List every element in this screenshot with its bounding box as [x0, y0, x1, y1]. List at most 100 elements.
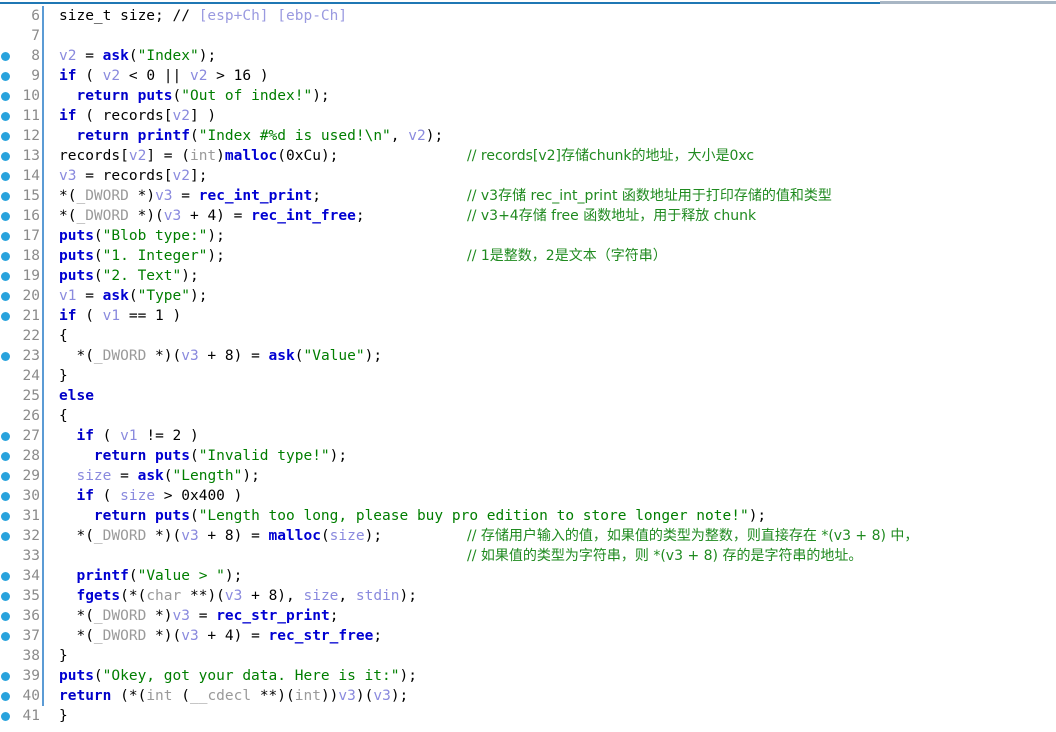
code-line-text[interactable]: if ( v2 < 0 || v2 > 16 ) [51, 66, 1056, 86]
code-line-text[interactable]: puts("1. Integer"); // 1是整数，2是文本（字符串） [51, 246, 1056, 266]
code-line[interactable]: 20 v1 = ask("Type"); [0, 286, 1056, 306]
breakpoint-dot-icon[interactable] [1, 212, 10, 221]
code-line-text[interactable]: return puts("Invalid type!"); [51, 446, 1056, 466]
breakpoint-dot-icon[interactable] [1, 452, 10, 461]
code-line[interactable]: 13 records[v2] = (int)malloc(0xCu); // rec… [0, 146, 1056, 166]
code-line-text[interactable]: return puts("Out of index!"); [51, 86, 1056, 106]
breakpoint-dot-icon[interactable] [1, 472, 10, 481]
breakpoint-dot-icon[interactable] [1, 92, 10, 101]
code-line[interactable]: 7 [0, 26, 1056, 46]
code-line-text[interactable]: *(_DWORD *)(v3 + 4) = rec_int_free; // v3… [51, 206, 1056, 226]
code-line-text[interactable]: return (*(int (__cdecl **)(int))v3)(v3); [51, 686, 1056, 706]
code-line-text[interactable]: puts("Blob type:"); [51, 226, 1056, 246]
code-surface[interactable]: 6 size_t size; // [esp+Ch] [ebp-Ch] 7 8 v2 =… [0, 4, 1056, 732]
breakpoint-gutter[interactable] [0, 526, 14, 546]
code-line[interactable]: 8 v2 = ask("Index"); [0, 46, 1056, 66]
breakpoint-dot-icon[interactable] [1, 132, 10, 141]
code-line-text[interactable]: return printf("Index #%d is used!\n", v2… [51, 126, 1056, 146]
pseudocode-viewer[interactable]: 6 size_t size; // [esp+Ch] [ebp-Ch] 7 8 v2 =… [0, 0, 1056, 732]
code-line-text[interactable]: // 如果值的类型为字符串，则 *(v3 + 8) 存的是字符串的地址。 [51, 546, 1056, 566]
breakpoint-dot-icon[interactable] [1, 532, 10, 541]
code-line-text[interactable]: if ( v1 != 2 ) [51, 426, 1056, 446]
breakpoint-gutter[interactable] [0, 486, 14, 506]
breakpoint-gutter[interactable] [0, 86, 14, 106]
breakpoint-dot-icon[interactable] [1, 312, 10, 321]
breakpoint-dot-icon[interactable] [1, 192, 10, 201]
code-line[interactable]: 15 *(_DWORD *)v3 = rec_int_print; // v3存储 … [0, 186, 1056, 206]
code-line-text[interactable]: if ( size > 0x400 ) [51, 486, 1056, 506]
code-line-text[interactable]: if ( v1 == 1 ) [51, 306, 1056, 326]
breakpoint-dot-icon[interactable] [1, 672, 10, 681]
breakpoint-dot-icon[interactable] [1, 172, 10, 181]
breakpoint-gutter[interactable] [0, 686, 14, 706]
breakpoint-dot-icon[interactable] [1, 432, 10, 441]
code-line[interactable]: 40 return (*(int (__cdecl **)(int))v3)(v3… [0, 686, 1056, 706]
code-line-text[interactable]: *(_DWORD *)v3 = rec_str_print; [51, 606, 1056, 626]
breakpoint-dot-icon[interactable] [1, 692, 10, 701]
code-line-text[interactable]: return puts("Length too long, please buy… [51, 506, 1056, 526]
code-line-text[interactable]: { [51, 406, 1056, 426]
breakpoint-gutter[interactable] [0, 166, 14, 186]
code-line-text[interactable]: *(_DWORD *)(v3 + 8) = ask("Value"); [51, 346, 1056, 366]
code-line[interactable]: 21 if ( v1 == 1 ) [0, 306, 1056, 326]
code-line[interactable]: 6 size_t size; // [esp+Ch] [ebp-Ch] [0, 6, 1056, 26]
code-line[interactable]: 19 puts("2. Text"); [0, 266, 1056, 286]
breakpoint-dot-icon[interactable] [1, 272, 10, 281]
code-line[interactable]: 41} [0, 706, 1056, 726]
breakpoint-dot-icon[interactable] [1, 632, 10, 641]
breakpoint-gutter[interactable] [0, 206, 14, 226]
code-line-text[interactable]: v1 = ask("Type"); [51, 286, 1056, 306]
breakpoint-gutter[interactable] [0, 706, 14, 726]
breakpoint-gutter[interactable] [0, 6, 14, 26]
code-line[interactable]: 11 if ( records[v2] ) [0, 106, 1056, 126]
code-line-text[interactable]: *(_DWORD *)(v3 + 8) = malloc(size); // 存储… [51, 526, 1056, 546]
breakpoint-dot-icon[interactable] [1, 712, 10, 721]
code-line-text[interactable]: v3 = records[v2]; [51, 166, 1056, 186]
breakpoint-gutter[interactable] [0, 406, 14, 426]
code-line[interactable]: 36 *(_DWORD *)v3 = rec_str_print; [0, 606, 1056, 626]
code-line-text[interactable]: printf("Value > "); [51, 566, 1056, 586]
code-line-text[interactable]: v2 = ask("Index"); [51, 46, 1056, 66]
code-line-text[interactable]: size_t size; // [esp+Ch] [ebp-Ch] [51, 6, 1056, 26]
breakpoint-gutter[interactable] [0, 146, 14, 166]
code-line[interactable]: 16 *(_DWORD *)(v3 + 4) = rec_int_free; // … [0, 206, 1056, 226]
code-line-text[interactable]: else [51, 386, 1056, 406]
code-line[interactable]: 34 printf("Value > "); [0, 566, 1056, 586]
code-line-text[interactable]: *(_DWORD *)v3 = rec_int_print; // v3存储 re… [51, 186, 1056, 206]
breakpoint-dot-icon[interactable] [1, 292, 10, 301]
code-line[interactable]: 35 fgets(*(char **)(v3 + 8), size, stdin… [0, 586, 1056, 606]
code-line-text[interactable]: size = ask("Length"); [51, 466, 1056, 486]
code-line-text[interactable]: } [51, 646, 1056, 666]
breakpoint-gutter[interactable] [0, 586, 14, 606]
code-line[interactable]: 32 *(_DWORD *)(v3 + 8) = malloc(size); //… [0, 526, 1056, 546]
breakpoint-gutter[interactable] [0, 386, 14, 406]
breakpoint-dot-icon[interactable] [1, 152, 10, 161]
breakpoint-gutter[interactable] [0, 246, 14, 266]
breakpoint-gutter[interactable] [0, 426, 14, 446]
code-line-text[interactable]: } [51, 706, 1056, 726]
breakpoint-dot-icon[interactable] [1, 352, 10, 361]
breakpoint-dot-icon[interactable] [1, 52, 10, 61]
breakpoint-gutter[interactable] [0, 186, 14, 206]
code-line[interactable]: 39 puts("Okey, got your data. Here is it:… [0, 666, 1056, 686]
breakpoint-gutter[interactable] [0, 26, 14, 46]
code-line[interactable]: 18 puts("1. Integer"); // 1是整数，2是文本（字符串） [0, 246, 1056, 266]
code-line-text[interactable]: puts("2. Text"); [51, 266, 1056, 286]
code-line-text[interactable]: fgets(*(char **)(v3 + 8), size, stdin); [51, 586, 1056, 606]
breakpoint-gutter[interactable] [0, 566, 14, 586]
breakpoint-dot-icon[interactable] [1, 512, 10, 521]
code-line[interactable]: 27 if ( v1 != 2 ) [0, 426, 1056, 446]
breakpoint-gutter[interactable] [0, 546, 14, 566]
breakpoint-gutter[interactable] [0, 346, 14, 366]
breakpoint-gutter[interactable] [0, 126, 14, 146]
breakpoint-dot-icon[interactable] [1, 252, 10, 261]
code-line[interactable]: 26 { [0, 406, 1056, 426]
breakpoint-dot-icon[interactable] [1, 72, 10, 81]
breakpoint-gutter[interactable] [0, 506, 14, 526]
code-line[interactable]: 33 // 如果值的类型为字符串，则 *(v3 + 8) 存的是字符串的地址。 [0, 546, 1056, 566]
code-line[interactable]: 37 *(_DWORD *)(v3 + 4) = rec_str_free; [0, 626, 1056, 646]
breakpoint-gutter[interactable] [0, 306, 14, 326]
code-line[interactable]: 25 else [0, 386, 1056, 406]
breakpoint-dot-icon[interactable] [1, 612, 10, 621]
code-line[interactable]: 23 *(_DWORD *)(v3 + 8) = ask("Value"); [0, 346, 1056, 366]
